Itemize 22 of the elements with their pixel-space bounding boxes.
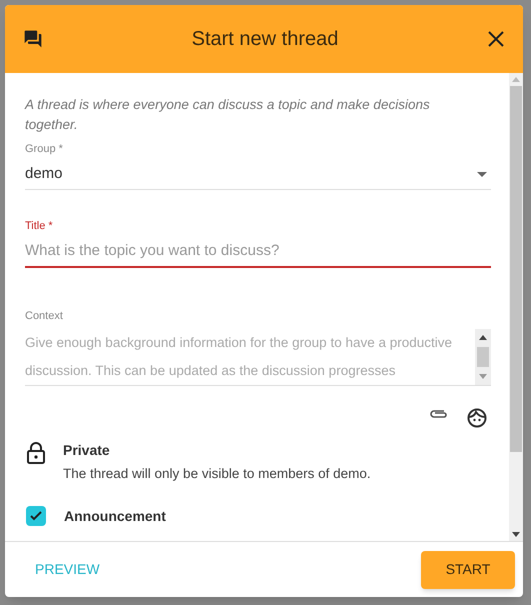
- start-button[interactable]: START: [421, 550, 515, 588]
- check-icon: [29, 508, 43, 523]
- dialog-title: Start new thread: [192, 28, 338, 50]
- close-icon[interactable]: [487, 30, 505, 48]
- chat-icon: [23, 29, 43, 49]
- lock-icon: [27, 442, 45, 464]
- field-label: Context: [25, 309, 63, 324]
- scroll-up-icon[interactable]: [479, 334, 487, 340]
- intro-text: A thread is where everyone can discuss a topic and make decisions together.: [25, 96, 431, 134]
- context-field[interactable]: Give enough background information for the group to have a productive discussion. This can be updated as the discussion progresses: [25, 328, 491, 386]
- scroll-down-icon[interactable]: [512, 532, 520, 537]
- option-description: The thread will only be visible to members of demo.: [63, 464, 371, 483]
- dropdown-arrow-icon: [477, 172, 487, 176]
- emoji-face-icon[interactable]: [467, 408, 487, 428]
- field-label: Group *: [25, 142, 63, 157]
- checkbox[interactable]: [26, 506, 46, 526]
- group-select[interactable]: demo: [25, 160, 491, 190]
- option-title: Announcement: [64, 506, 166, 526]
- option-title: Private: [63, 440, 110, 460]
- title-field[interactable]: What is the topic you want to discuss?: [25, 234, 491, 268]
- field-label: Title *: [25, 218, 53, 234]
- paperclip-icon[interactable]: [429, 408, 449, 420]
